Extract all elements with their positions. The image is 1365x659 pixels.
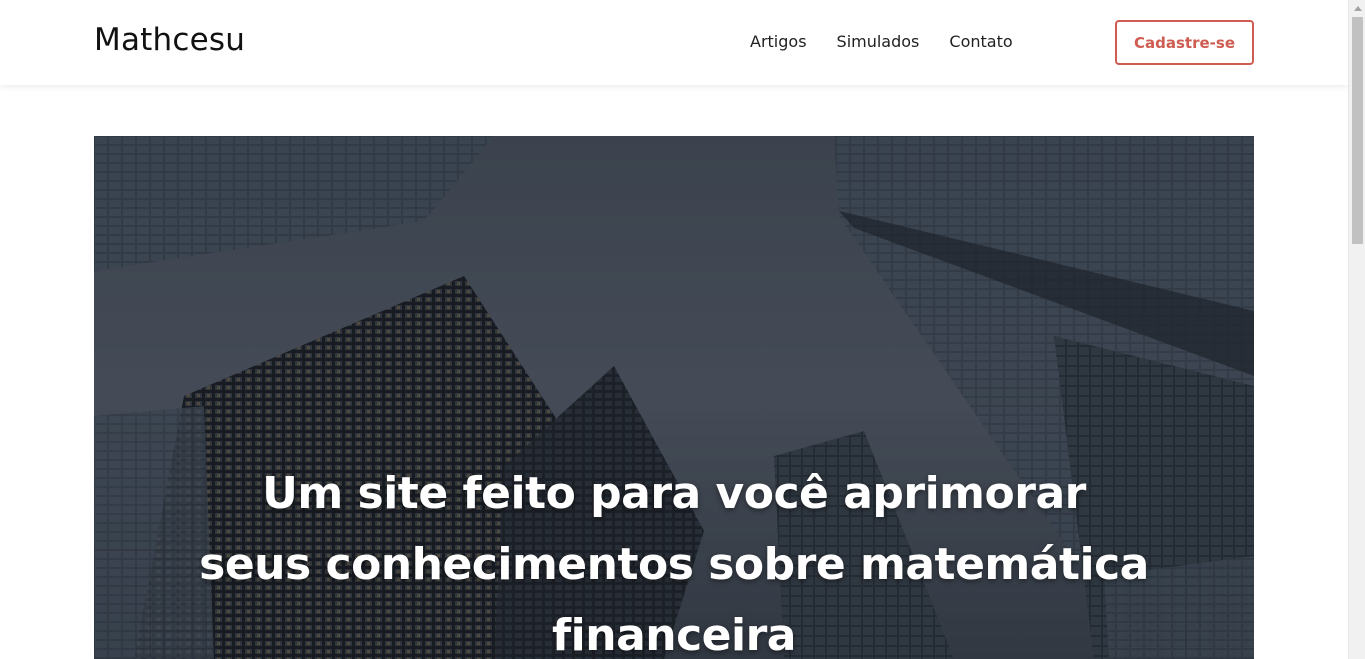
hero-banner: Um site feito para você aprimorar seus c… [94, 136, 1254, 659]
hero-title: Um site feito para você aprimorar seus c… [94, 458, 1254, 659]
site-header: Mathcesu Artigos Simulados Contato Cadas… [0, 0, 1348, 85]
nav-link-simulados[interactable]: Simulados [837, 32, 920, 51]
scroll-up-arrow-icon[interactable] [1349, 0, 1365, 17]
brand-logo-link[interactable]: Mathcesu [94, 22, 245, 58]
nav-link-artigos[interactable]: Artigos [750, 32, 807, 51]
hero-title-line-1: Um site feito para você aprimorar [262, 468, 1086, 519]
vertical-scrollbar[interactable] [1348, 0, 1365, 659]
hero-title-line-3: financeira [552, 610, 796, 659]
main-nav: Artigos Simulados Contato [750, 32, 1043, 51]
hero-title-line-2: seus conhecimentos sobre matemática [199, 539, 1149, 590]
nav-link-contato[interactable]: Contato [949, 32, 1012, 51]
page: Mathcesu Artigos Simulados Contato Cadas… [0, 0, 1365, 659]
scrollbar-thumb[interactable] [1352, 17, 1363, 244]
signup-button[interactable]: Cadastre-se [1115, 20, 1254, 65]
